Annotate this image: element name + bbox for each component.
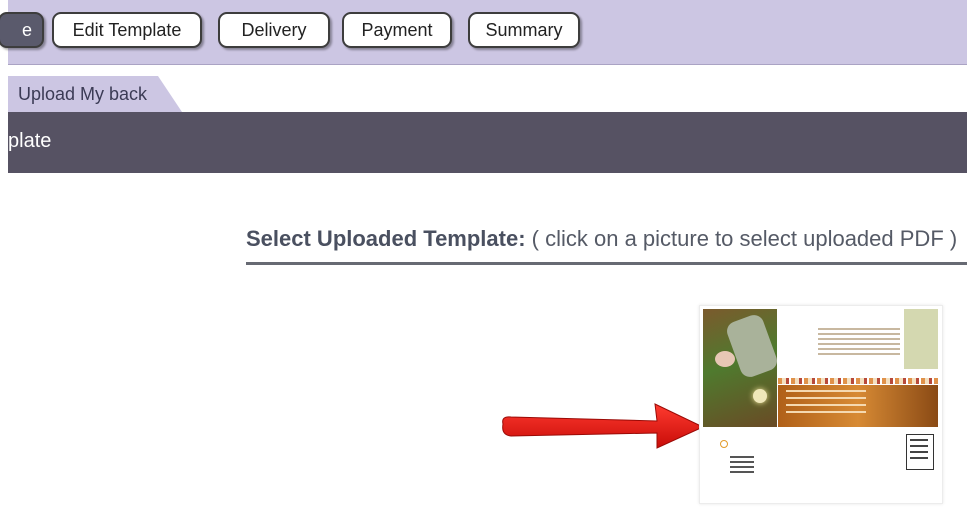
thumbnail-address-block (730, 456, 754, 476)
select-template-label: Select Uploaded Template: ( click on a p… (246, 226, 957, 252)
select-template-label-bold: Select Uploaded Template: (246, 226, 526, 251)
edit-template-button[interactable]: Edit Template (52, 12, 202, 48)
section-title: plate (8, 130, 52, 152)
payment-button[interactable]: Payment (342, 12, 452, 48)
thumbnail-text-lines (818, 328, 900, 358)
sub-tab-bar: Upload My back (8, 65, 967, 112)
thumbnail-dot-border (778, 378, 938, 384)
thumbnail-postage-stamp (906, 434, 934, 470)
divider (246, 262, 967, 265)
delivery-button[interactable]: Delivery (218, 12, 330, 48)
summary-button[interactable]: Summary (468, 12, 580, 48)
select-template-hint: ( click on a picture to select uploaded … (525, 226, 958, 251)
tab-upload-my-back[interactable]: Upload My back (8, 76, 182, 112)
uploaded-template-thumbnail[interactable] (699, 305, 943, 504)
thumbnail-green-panel (904, 309, 938, 369)
thumbnail-wood-band (778, 385, 938, 427)
thumbnail-logo-icon (720, 440, 728, 448)
red-arrow-icon (502, 403, 705, 449)
top-navigation-bar: e Edit Template Delivery Payment Summary (0, 0, 967, 65)
spa-photo (703, 309, 780, 427)
previous-step-button[interactable]: e (0, 12, 44, 48)
section-header: plate (8, 112, 967, 173)
